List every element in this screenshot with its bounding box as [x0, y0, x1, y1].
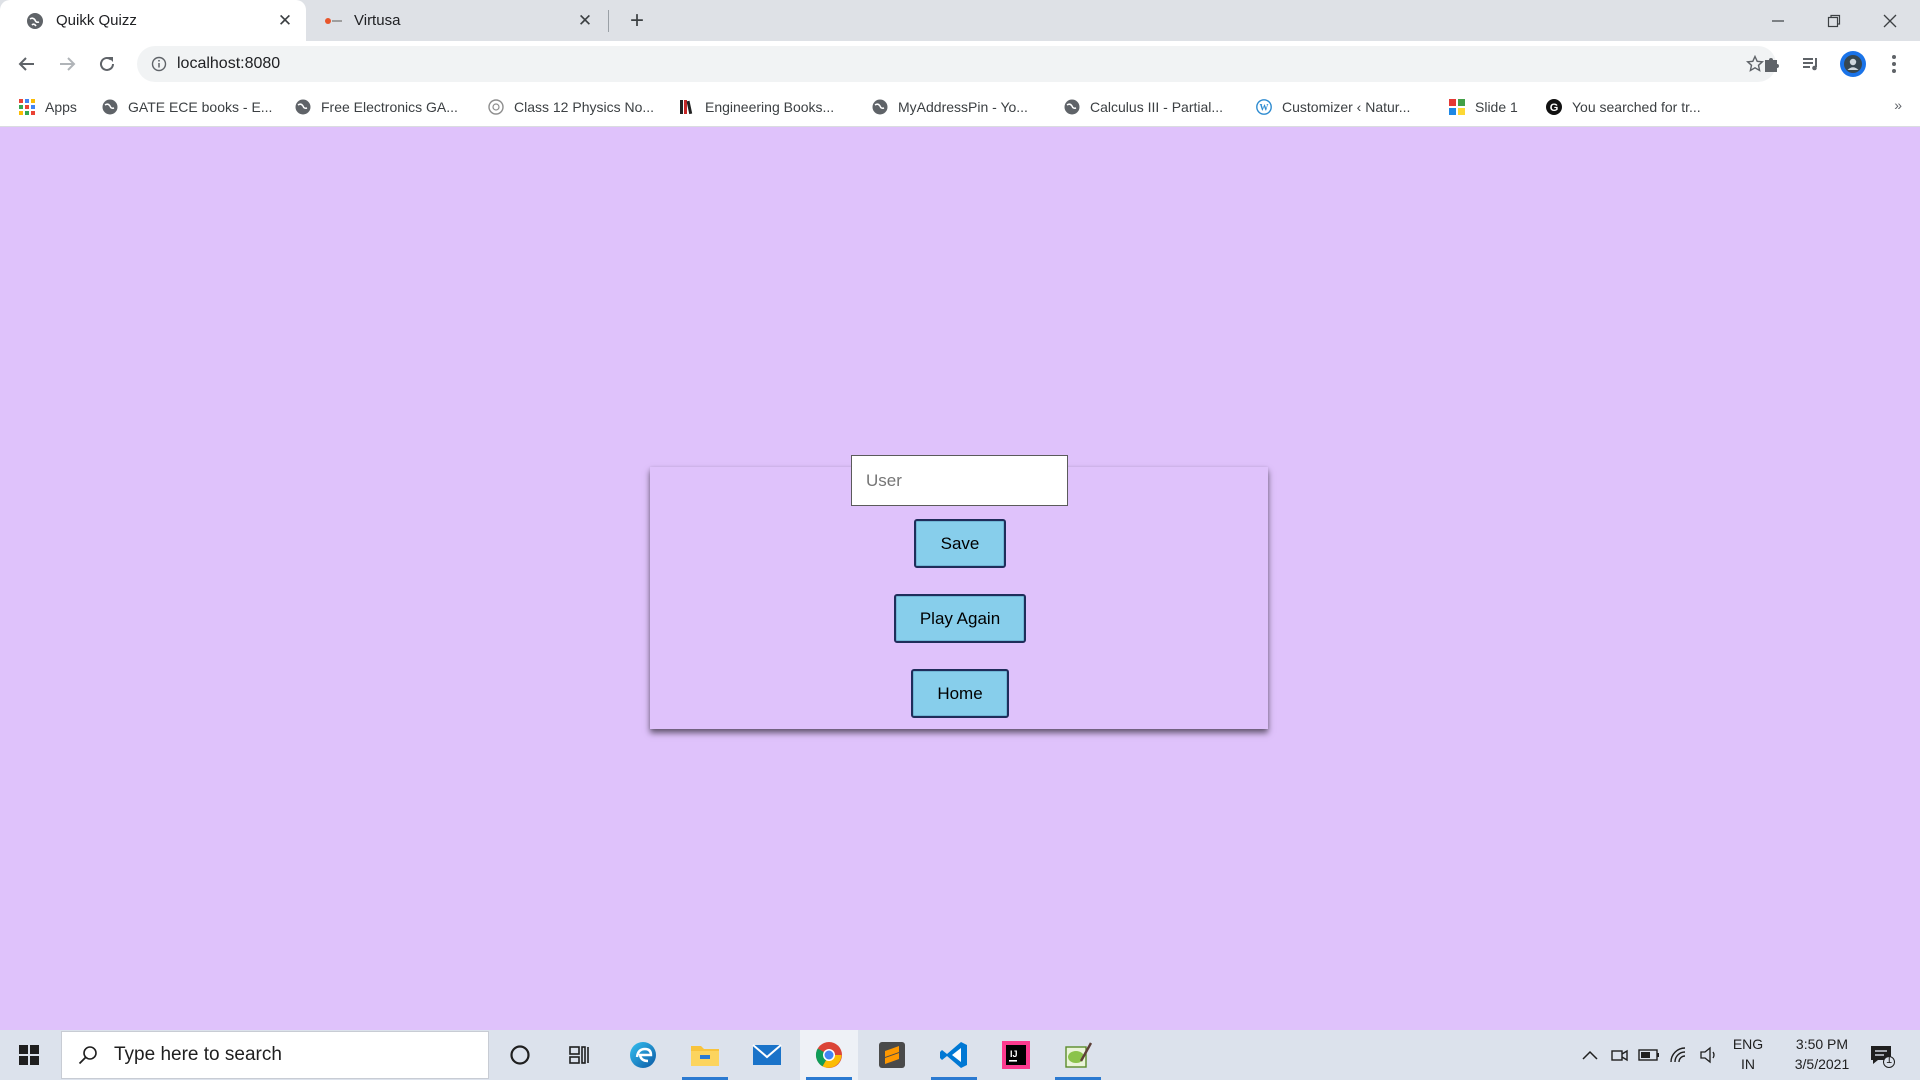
more-vertical-icon[interactable]: [1880, 50, 1908, 78]
forward-arrow-icon[interactable]: [50, 47, 84, 81]
notification-count: 1: [1885, 1054, 1893, 1066]
url-text: localhost:8080: [177, 55, 281, 72]
sublime-text-icon[interactable]: [863, 1030, 921, 1080]
windows-taskbar: Type here to search IJ ENG IN 3:50 PM 3/…: [0, 1030, 1920, 1080]
search-placeholder: Type here to search: [114, 1044, 282, 1065]
clock-date: 3/5/2021: [1794, 1056, 1850, 1072]
bookmark-label: Engineering Books...: [705, 99, 835, 115]
books-icon: [679, 99, 695, 115]
tab-separator: [608, 10, 609, 32]
bookmark-label: Customizer ‹ Natur...: [1282, 99, 1411, 115]
site-icon: [488, 99, 504, 115]
close-window-icon[interactable]: [1862, 0, 1918, 41]
language-indicator[interactable]: ENG IN: [1728, 1036, 1768, 1072]
file-explorer-icon[interactable]: [676, 1030, 734, 1080]
info-icon[interactable]: [149, 54, 169, 74]
tab-title: Virtusa: [354, 12, 401, 29]
intellij-icon[interactable]: IJ: [987, 1030, 1045, 1080]
virtusa-icon: [324, 12, 342, 30]
bookmark-label: Class 12 Physics No...: [514, 99, 655, 115]
tab-title: Quikk Quizz: [56, 12, 137, 29]
globe-icon: [295, 99, 311, 115]
media-queue-icon[interactable]: [1797, 50, 1825, 78]
bookmark-label: Slide 1: [1475, 99, 1518, 115]
home-button[interactable]: Home: [911, 669, 1009, 718]
tab-strip: Quikk Quizz ✕ Virtusa ✕ +: [0, 0, 1920, 41]
bookmark-customizer[interactable]: W Customizer ‹ Natur...: [1256, 96, 1410, 118]
windows-start-icon[interactable]: [0, 1030, 58, 1080]
username-input[interactable]: [851, 455, 1068, 506]
bookmark-label: Calculus III - Partial...: [1090, 99, 1224, 115]
browser-toolbar: localhost:8080: [0, 41, 1920, 87]
chrome-icon[interactable]: [800, 1030, 858, 1080]
task-view-icon[interactable]: [551, 1030, 609, 1080]
clock[interactable]: 3:50 PM 3/5/2021: [1776, 1036, 1868, 1072]
region-code: IN: [1741, 1056, 1755, 1072]
clock-time: 3:50 PM: [1795, 1036, 1849, 1052]
cortana-icon[interactable]: [491, 1030, 549, 1080]
save-button[interactable]: Save: [914, 519, 1006, 568]
bookmark-label: MyAddressPin - Yo...: [898, 99, 1028, 115]
restore-icon[interactable]: [1806, 0, 1862, 41]
bookmark-slide-1[interactable]: Slide 1: [1449, 96, 1518, 118]
globe-icon: [102, 99, 118, 115]
bookmarks-overflow-icon[interactable]: »: [1894, 97, 1902, 113]
back-arrow-icon[interactable]: [10, 47, 44, 81]
bookmark-engineering-books[interactable]: Engineering Books...: [679, 96, 834, 118]
bookmark-apps[interactable]: Apps: [19, 96, 77, 118]
bookmark-class12-physics[interactable]: Class 12 Physics No...: [488, 96, 654, 118]
battery-icon[interactable]: [1637, 1043, 1661, 1067]
bookmark-label: GATE ECE books - E...: [128, 99, 273, 115]
page-content: Save Play Again Home: [0, 127, 1920, 1030]
globe-icon: [872, 99, 888, 115]
vscode-icon[interactable]: [925, 1030, 983, 1080]
bookmark-label: Apps: [45, 99, 77, 115]
language-code: ENG: [1732, 1036, 1764, 1052]
close-tab-icon[interactable]: ✕: [574, 10, 596, 32]
bookmark-label: You searched for tr...: [1572, 99, 1701, 115]
tab-quikk-quizz[interactable]: Quikk Quizz ✕: [0, 0, 306, 41]
volume-icon[interactable]: [1697, 1043, 1721, 1067]
reload-icon[interactable]: [90, 47, 124, 81]
play-again-button[interactable]: Play Again: [894, 594, 1026, 643]
wordpress-icon: W: [1256, 99, 1272, 115]
slides-icon: [1449, 99, 1465, 115]
edge-icon[interactable]: [614, 1030, 672, 1080]
notifications-icon[interactable]: 1: [1868, 1042, 1896, 1070]
notepad-plus-icon[interactable]: [1049, 1030, 1107, 1080]
bookmark-label: Free Electronics GA...: [321, 99, 458, 115]
new-tab-plus-icon[interactable]: +: [624, 7, 650, 34]
bookmark-calculus-iii[interactable]: Calculus III - Partial...: [1064, 96, 1223, 118]
search-icon: [76, 1043, 100, 1067]
g-icon: G: [1546, 99, 1562, 115]
bookmark-gate-ece-books[interactable]: GATE ECE books - E...: [102, 96, 272, 118]
address-bar[interactable]: localhost:8080: [137, 46, 1776, 82]
meet-now-icon[interactable]: [1608, 1043, 1632, 1067]
bookmark-you-searched[interactable]: G You searched for tr...: [1546, 96, 1701, 118]
globe-icon: [26, 12, 44, 30]
close-tab-icon[interactable]: ✕: [274, 10, 296, 32]
bookmark-free-electronics[interactable]: Free Electronics GA...: [295, 96, 458, 118]
wifi-icon[interactable]: [1667, 1043, 1691, 1067]
minimize-icon[interactable]: [1750, 0, 1806, 41]
svg-text:W: W: [1260, 103, 1269, 113]
chevron-up-icon[interactable]: [1578, 1043, 1602, 1067]
mail-icon[interactable]: [738, 1030, 796, 1080]
svg-text:G: G: [1550, 102, 1559, 114]
svg-text:IJ: IJ: [1010, 1049, 1018, 1059]
tab-virtusa[interactable]: Virtusa ✕: [306, 0, 606, 41]
globe-icon: [1064, 99, 1080, 115]
apps-grid-icon: [19, 99, 35, 115]
profile-avatar-icon[interactable]: [1839, 50, 1867, 78]
extensions-puzzle-icon[interactable]: [1758, 50, 1786, 78]
taskbar-search-box[interactable]: Type here to search: [61, 1031, 489, 1079]
bookmarks-bar: Apps GATE ECE books - E... Free Electron…: [0, 87, 1920, 127]
bookmark-myaddresspin[interactable]: MyAddressPin - Yo...: [872, 96, 1028, 118]
